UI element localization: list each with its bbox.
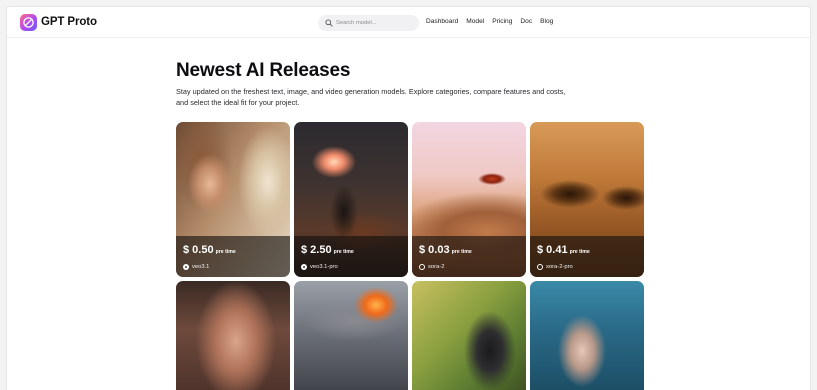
compass-icon [23, 17, 34, 28]
model-card-veo3-1[interactable]: $ 0.50 pre time veo3.1 [176, 122, 290, 277]
card-thumbnail [530, 281, 644, 390]
top-navbar: GPT Proto Dashboard Model Pricing Doc Bl… [7, 7, 810, 38]
card-info-overlay [294, 236, 408, 277]
nav-model[interactable]: Model [466, 18, 484, 25]
nav-dashboard[interactable]: Dashboard [426, 18, 458, 25]
gemini-dot-icon [301, 264, 307, 270]
card-model: veo3.1-pro [301, 264, 338, 270]
card-model: sora-2 [419, 264, 444, 270]
price-amount: $ 0.50 [183, 244, 214, 256]
openai-icon [537, 264, 543, 270]
model-name: veo3.1 [192, 264, 210, 270]
price-unit: pre time [215, 249, 236, 255]
card-thumbnail [294, 281, 408, 390]
card-price: $ 0.50 pre time [183, 244, 236, 256]
card-thumbnail [412, 281, 526, 390]
nav-blog[interactable]: Blog [540, 18, 553, 25]
card-price: $ 2.50 pre time [301, 244, 354, 256]
model-card-sora-2-pro[interactable]: $ 0.41 pre time sora-2-pro [530, 122, 644, 277]
price-unit: pre time [451, 249, 472, 255]
card-price: $ 0.41 pre time [537, 244, 590, 256]
card-model: sora-2-pro [537, 264, 573, 270]
model-card[interactable] [412, 281, 526, 390]
price-unit: pre time [569, 249, 590, 255]
card-price: $ 0.03 pre time [419, 244, 472, 256]
nav-doc[interactable]: Doc [520, 18, 532, 25]
card-info-overlay [530, 236, 644, 277]
price-amount: $ 0.03 [419, 244, 450, 256]
model-card[interactable] [294, 281, 408, 390]
app-window: GPT Proto Dashboard Model Pricing Doc Bl… [6, 6, 811, 390]
search-icon [325, 19, 333, 27]
nav-pricing[interactable]: Pricing [492, 18, 512, 25]
price-amount: $ 2.50 [301, 244, 332, 256]
model-card-veo3-1-pro[interactable]: $ 2.50 pre time veo3.1-pro [294, 122, 408, 277]
card-info-overlay [412, 236, 526, 277]
price-amount: $ 0.41 [537, 244, 568, 256]
search-box[interactable] [318, 15, 419, 31]
logo-icon[interactable] [20, 14, 37, 31]
model-name: sora-2 [428, 264, 445, 270]
search-input[interactable] [336, 15, 416, 31]
model-card[interactable] [176, 281, 290, 390]
model-name: veo3.1-pro [310, 264, 338, 270]
model-card[interactable] [530, 281, 644, 390]
model-name: sora-2-pro [546, 264, 573, 270]
openai-icon [419, 264, 425, 270]
card-thumbnail [176, 281, 290, 390]
nav-links: Dashboard Model Pricing Doc Blog [426, 18, 561, 25]
card-info-overlay [176, 236, 290, 277]
price-unit: pre time [333, 249, 354, 255]
page-title: Newest AI Releases [176, 60, 351, 81]
model-card-sora-2[interactable]: $ 0.03 pre time sora-2 [412, 122, 526, 277]
gemini-dot-icon [183, 264, 189, 270]
brand-name[interactable]: GPT Proto [41, 16, 97, 28]
card-model: veo3.1 [183, 264, 209, 270]
page-description: Stay updated on the freshest text, image… [176, 87, 566, 107]
